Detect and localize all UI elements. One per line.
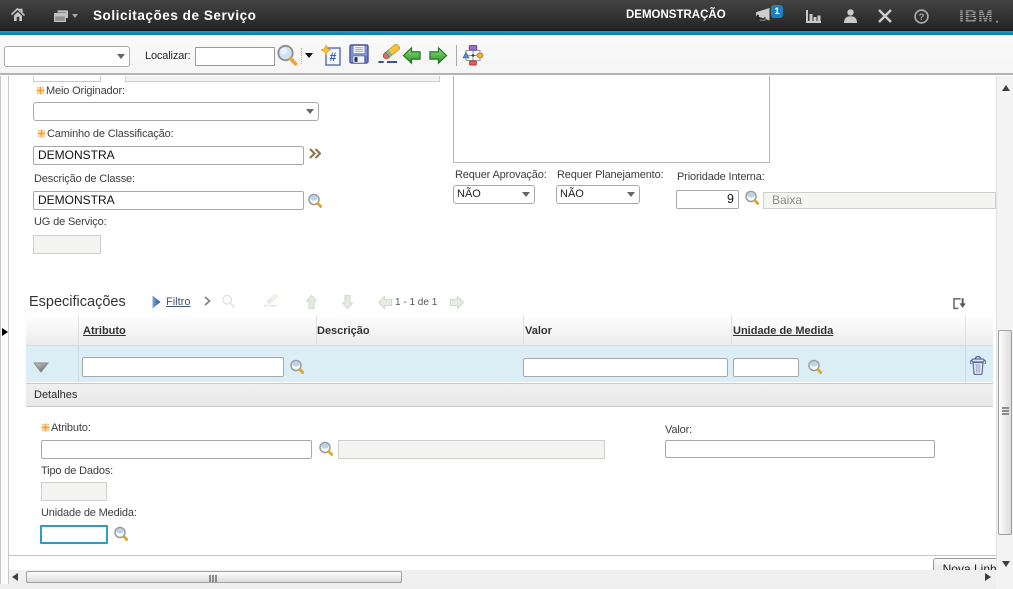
svg-text:?: ? bbox=[919, 12, 925, 23]
svg-text:#: # bbox=[330, 50, 337, 64]
svg-text:IBM: IBM bbox=[959, 9, 993, 24]
